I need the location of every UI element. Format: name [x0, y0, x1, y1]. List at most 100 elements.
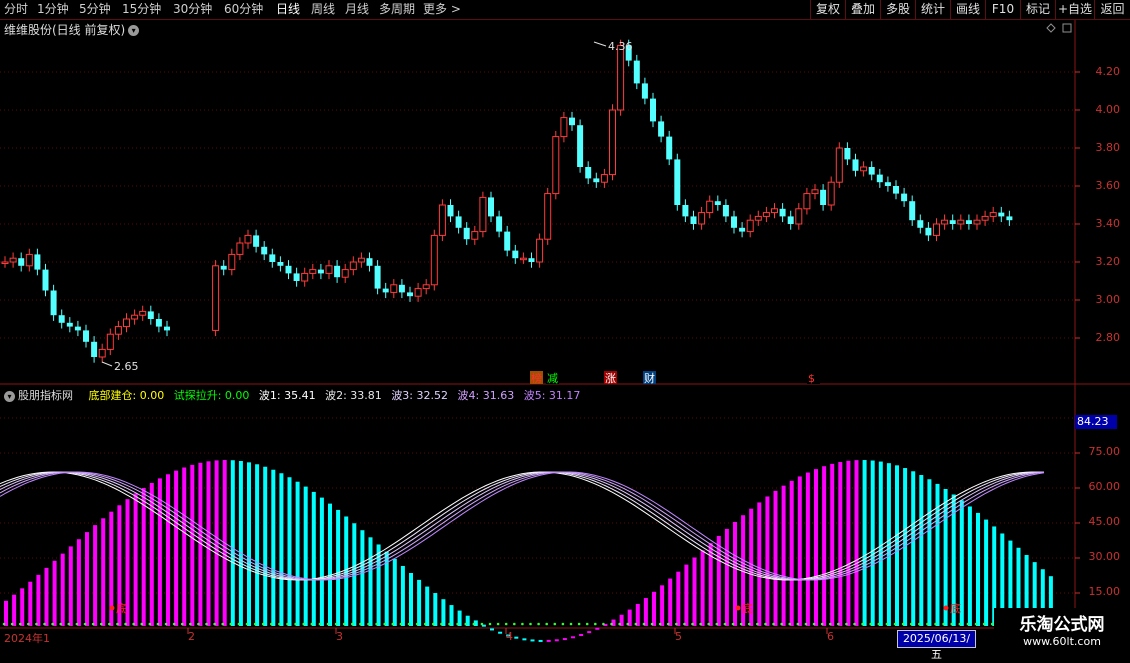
- indicator-bar: [28, 581, 33, 626]
- bottom-build-value: 底部建仓: 0.00: [88, 389, 165, 402]
- signal-dot: [756, 622, 759, 626]
- signal-dot: [934, 622, 937, 626]
- indicator-bar: [247, 462, 251, 626]
- signal-dot: [488, 622, 492, 626]
- signal-dot: [189, 622, 192, 626]
- candle-body: [536, 238, 544, 263]
- indicator-bar: [660, 585, 665, 626]
- indicator-bar: [85, 532, 89, 626]
- candle-body: [973, 219, 981, 225]
- candle-body: [504, 231, 511, 251]
- signal-dot: [91, 622, 95, 626]
- candle-body: [860, 166, 868, 172]
- signal-dot: [691, 622, 694, 626]
- candle-body: [430, 234, 438, 286]
- candle-body: [309, 269, 317, 274]
- indicator-bar: [360, 530, 365, 626]
- candle-body: [74, 326, 81, 331]
- signal-dot: [124, 622, 127, 626]
- wave-4-value: 波4: 31.63: [457, 389, 515, 402]
- signal-dot: [59, 622, 62, 626]
- indicator-bar: [295, 481, 300, 626]
- bottom-signal-label: 底: [950, 601, 961, 615]
- signal-dot: [99, 622, 103, 626]
- signal-dot: [958, 622, 962, 626]
- indicator-bar: [967, 506, 972, 626]
- indicator-bar: [546, 639, 551, 642]
- candle-body: [998, 212, 1005, 217]
- indicator-bar: [652, 591, 656, 626]
- indicator-bar: [927, 479, 932, 626]
- ind-label-15: 15.00: [1088, 585, 1121, 598]
- candle-body: [690, 216, 697, 224]
- signal-dot: [270, 622, 273, 626]
- candle-body: [909, 201, 916, 221]
- indicator-bar: [182, 467, 187, 626]
- signal-dot: [108, 622, 111, 626]
- signal-dot: [367, 622, 370, 626]
- indicator-bar: [279, 473, 284, 626]
- indicator-name[interactable]: ▾ 股朋指标网: [4, 389, 79, 402]
- candle-body: [560, 117, 568, 138]
- candle-body: [779, 208, 786, 217]
- indicator-bar: [425, 586, 430, 626]
- chart-canvas[interactable]: 4.36 2.65 榜减 涨 财 $ 底 底 底: [0, 0, 1130, 650]
- signal-dot: [626, 622, 629, 626]
- indicator-bar: [635, 603, 640, 626]
- signal-dot: [796, 622, 800, 626]
- indicator-bar: [595, 627, 600, 630]
- indicator-bar: [692, 557, 697, 626]
- signal-dot: [602, 622, 605, 626]
- candle-body: [220, 265, 227, 270]
- candle-body: [317, 269, 324, 274]
- candle-body: [479, 196, 487, 233]
- signal-dot: [391, 622, 395, 626]
- month-label-feb: 2: [188, 630, 195, 643]
- candle-body: [731, 216, 737, 228]
- chevron-down-icon[interactable]: ▾: [128, 25, 140, 36]
- indicator-bar: [643, 598, 648, 626]
- signal-dot: [610, 622, 613, 626]
- candle-body: [438, 204, 446, 236]
- indicator-bar: [93, 525, 98, 626]
- candle-body: [876, 174, 883, 183]
- indicator-bar: [60, 553, 65, 626]
- ind-label-75: 75.00: [1088, 445, 1121, 458]
- signal-dot: [51, 622, 54, 626]
- indicator-bar: [838, 462, 843, 626]
- candle-body: [917, 220, 924, 228]
- candle-body: [512, 250, 519, 259]
- signal-dot: [513, 622, 516, 626]
- signal-dot: [399, 622, 403, 626]
- candle-body: [139, 310, 147, 316]
- signal-dot: [569, 622, 573, 626]
- chevron-down-icon[interactable]: ▾: [4, 390, 15, 402]
- signal-dot: [116, 622, 119, 626]
- candle-body: [633, 60, 640, 84]
- indicator-bar: [757, 502, 762, 626]
- candle-body: [98, 348, 106, 358]
- signal-dot: [594, 622, 597, 626]
- indicator-bar: [805, 472, 810, 626]
- candle-body: [34, 254, 41, 270]
- candle-body: [585, 167, 592, 179]
- candle-body: [414, 288, 422, 297]
- candle-body: [58, 315, 65, 323]
- candle-body: [989, 212, 997, 217]
- candle-body: [1, 261, 9, 264]
- ind-label-45: 45.00: [1088, 515, 1121, 528]
- signal-dot: [561, 622, 565, 626]
- signal-dot: [845, 622, 848, 626]
- indicator-bar: [700, 550, 705, 626]
- event-marker: 减: [547, 372, 558, 385]
- signal-dot: [642, 622, 646, 626]
- candle-body: [795, 208, 803, 225]
- signal-dot: [820, 622, 824, 626]
- signal-dot: [974, 622, 978, 626]
- indicator-bar: [587, 631, 592, 634]
- indicator-bar: [190, 464, 195, 626]
- candle-body: [285, 265, 292, 274]
- window-toggle-icon: [1062, 23, 1072, 33]
- candle-body: [698, 212, 706, 225]
- wave-5-value: 波5: 31.17: [523, 389, 581, 402]
